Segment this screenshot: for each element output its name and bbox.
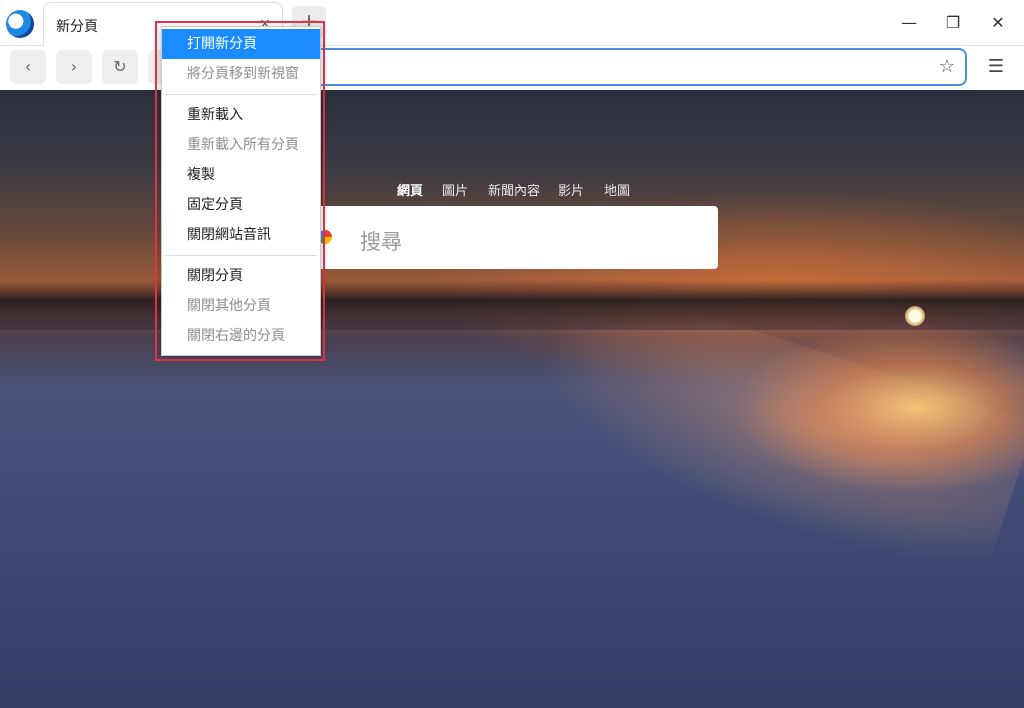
tab-bar: 新分頁 × + — ❐ ✕ xyxy=(0,0,1024,46)
tab-context-menu: 打開新分頁 將分頁移到新視窗 重新載入 重新載入所有分頁 複製 固定分頁 關閉網… xyxy=(161,26,321,356)
menu-separator xyxy=(165,94,317,95)
toolbar: ‹ › ↻ ☆ ☰ xyxy=(0,46,1024,90)
search-tab-videos[interactable]: 影片 xyxy=(558,180,584,199)
menu-item-reload[interactable]: 重新載入 xyxy=(162,100,320,130)
menu-item-pin-tab[interactable]: 固定分頁 xyxy=(162,190,320,220)
background-treeline xyxy=(0,280,1024,330)
menu-item-move-tab-to-new-window[interactable]: 將分頁移到新視窗 xyxy=(162,59,320,89)
bookmark-star-icon[interactable]: ☆ xyxy=(937,57,957,77)
menu-item-duplicate[interactable]: 複製 xyxy=(162,160,320,190)
browser-menu-icon[interactable]: ☰ xyxy=(984,55,1008,79)
back-button[interactable]: ‹ xyxy=(10,50,46,84)
search-tab-images[interactable]: 圖片 xyxy=(442,180,468,199)
search-tab-maps[interactable]: 地圖 xyxy=(604,180,630,199)
search-tab-web[interactable]: 網頁 xyxy=(397,180,423,199)
maximize-icon[interactable]: ❐ xyxy=(940,10,966,36)
menu-item-mute-site[interactable]: 關閉網站音訊 xyxy=(162,220,320,250)
new-tab-page: 網頁 圖片 新聞內容 影片 地圖 搜尋 xyxy=(0,90,1024,708)
menu-item-close-tabs-to-right[interactable]: 關閉右邊的分頁 xyxy=(162,321,320,351)
search-placeholder: 搜尋 xyxy=(360,230,402,254)
menu-item-open-new-tab[interactable]: 打開新分頁 xyxy=(162,29,320,59)
search-category-tabs: 網頁 圖片 新聞內容 影片 地圖 xyxy=(0,180,1024,200)
menu-item-close-tab[interactable]: 關閉分頁 xyxy=(162,261,320,291)
forward-button[interactable]: › xyxy=(56,50,92,84)
tab-title: 新分頁 xyxy=(56,19,98,35)
menu-item-close-other-tabs[interactable]: 關閉其他分頁 xyxy=(162,291,320,321)
search-tab-news[interactable]: 新聞內容 xyxy=(488,180,540,199)
window-close-icon[interactable]: ✕ xyxy=(985,10,1011,36)
search-input[interactable]: 搜尋 xyxy=(306,206,718,269)
minimize-icon[interactable]: — xyxy=(896,10,922,36)
menu-item-reload-all-tabs[interactable]: 重新載入所有分頁 xyxy=(162,130,320,160)
reload-button[interactable]: ↻ xyxy=(102,50,138,84)
browser-logo-icon[interactable] xyxy=(6,10,34,38)
menu-separator xyxy=(165,255,317,256)
background-sun xyxy=(905,306,925,326)
